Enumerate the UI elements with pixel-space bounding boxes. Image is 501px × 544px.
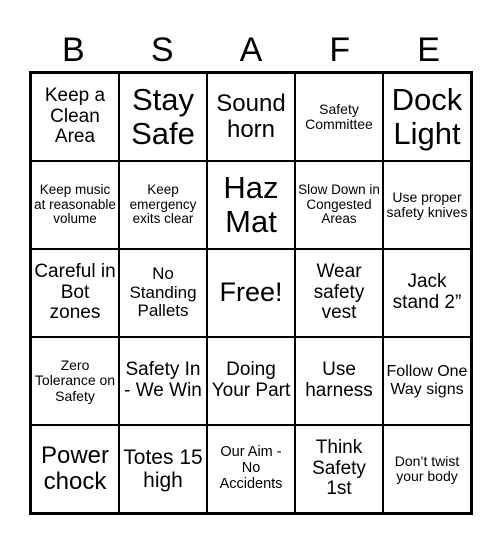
bingo-cell[interactable]: Use proper safety knives: [383, 161, 471, 249]
bingo-cell[interactable]: Use harness: [295, 337, 383, 425]
cell-text: Keep emergency exits clear: [129, 181, 197, 227]
bingo-header: B S A F E: [29, 30, 473, 70]
cell-text: Safety Committee: [305, 100, 373, 132]
bingo-cell[interactable]: Don’t twist your body: [383, 425, 471, 513]
cell-text: Keep a Clean Area: [44, 84, 106, 148]
cell-text: Slow Down in Congested Areas: [298, 181, 380, 227]
cell-text: Careful in Bot zones: [34, 260, 116, 324]
free-space-cell[interactable]: Free!: [207, 249, 295, 337]
bingo-cell[interactable]: Sound horn: [207, 73, 295, 161]
cell-text: Follow One Way signs: [386, 363, 468, 398]
cell-text: Don’t twist your body: [394, 452, 460, 484]
bingo-cell[interactable]: Keep a Clean Area: [31, 73, 119, 161]
cell-text: No Standing Pallets: [129, 263, 197, 321]
bingo-cell[interactable]: Zero Tolerance on Safety: [31, 337, 119, 425]
bingo-cell[interactable]: Haz Mat: [207, 161, 295, 249]
header-letter-e: E: [417, 31, 440, 69]
header-letter-s: S: [150, 31, 174, 69]
cell-text: Safety In - We Win: [124, 359, 202, 401]
header-letter-b: B: [62, 31, 85, 69]
cell-text: Wear safety vest: [313, 260, 365, 324]
cell-text: Totes 15 high: [123, 445, 203, 492]
cell-text: Sound horn: [216, 89, 286, 143]
cell-text: Use proper safety knives: [386, 188, 468, 220]
bingo-cell[interactable]: Safety Committee: [295, 73, 383, 161]
free-space-text: Free!: [219, 277, 283, 308]
bingo-cell[interactable]: Safety In - We Win: [119, 337, 207, 425]
bingo-cell[interactable]: Our Aim - No Accidents: [207, 425, 295, 513]
header-letter-f: F: [329, 31, 351, 69]
cell-text: Zero Tolerance on Safety: [34, 356, 116, 404]
bingo-cell[interactable]: Power chock: [31, 425, 119, 513]
bingo-cell[interactable]: Totes 15 high: [119, 425, 207, 513]
cell-text: Stay Safe: [131, 81, 195, 151]
bingo-cell[interactable]: Wear safety vest: [295, 249, 383, 337]
cell-text: Think Safety 1st: [312, 436, 366, 500]
cell-text: Use harness: [305, 359, 373, 401]
cell-text: Our Aim - No Accidents: [219, 444, 283, 492]
bingo-cell[interactable]: Think Safety 1st: [295, 425, 383, 513]
cell-text: Dock Light: [391, 81, 463, 151]
bingo-cell[interactable]: Jack stand 2”: [383, 249, 471, 337]
cell-text: Keep music at reasonable volume: [34, 181, 116, 227]
header-letter-a: A: [239, 31, 263, 69]
cell-text: Doing Your Part: [211, 359, 291, 401]
bingo-cell[interactable]: Keep music at reasonable volume: [31, 161, 119, 249]
bingo-cell[interactable]: Dock Light: [383, 73, 471, 161]
bingo-cell[interactable]: Stay Safe: [119, 73, 207, 161]
bingo-cell[interactable]: Keep emergency exits clear: [119, 161, 207, 249]
bingo-cell[interactable]: Doing Your Part: [207, 337, 295, 425]
bingo-cell[interactable]: Slow Down in Congested Areas: [295, 161, 383, 249]
cell-text: Haz Mat: [223, 169, 279, 239]
bingo-cell[interactable]: No Standing Pallets: [119, 249, 207, 337]
cell-text: Power chock: [40, 441, 110, 495]
cell-text: Jack stand 2”: [392, 271, 462, 313]
bingo-cell[interactable]: Careful in Bot zones: [31, 249, 119, 337]
bingo-grid: Keep a Clean Area Stay Safe Sound horn S…: [29, 71, 473, 515]
bingo-cell[interactable]: Follow One Way signs: [383, 337, 471, 425]
